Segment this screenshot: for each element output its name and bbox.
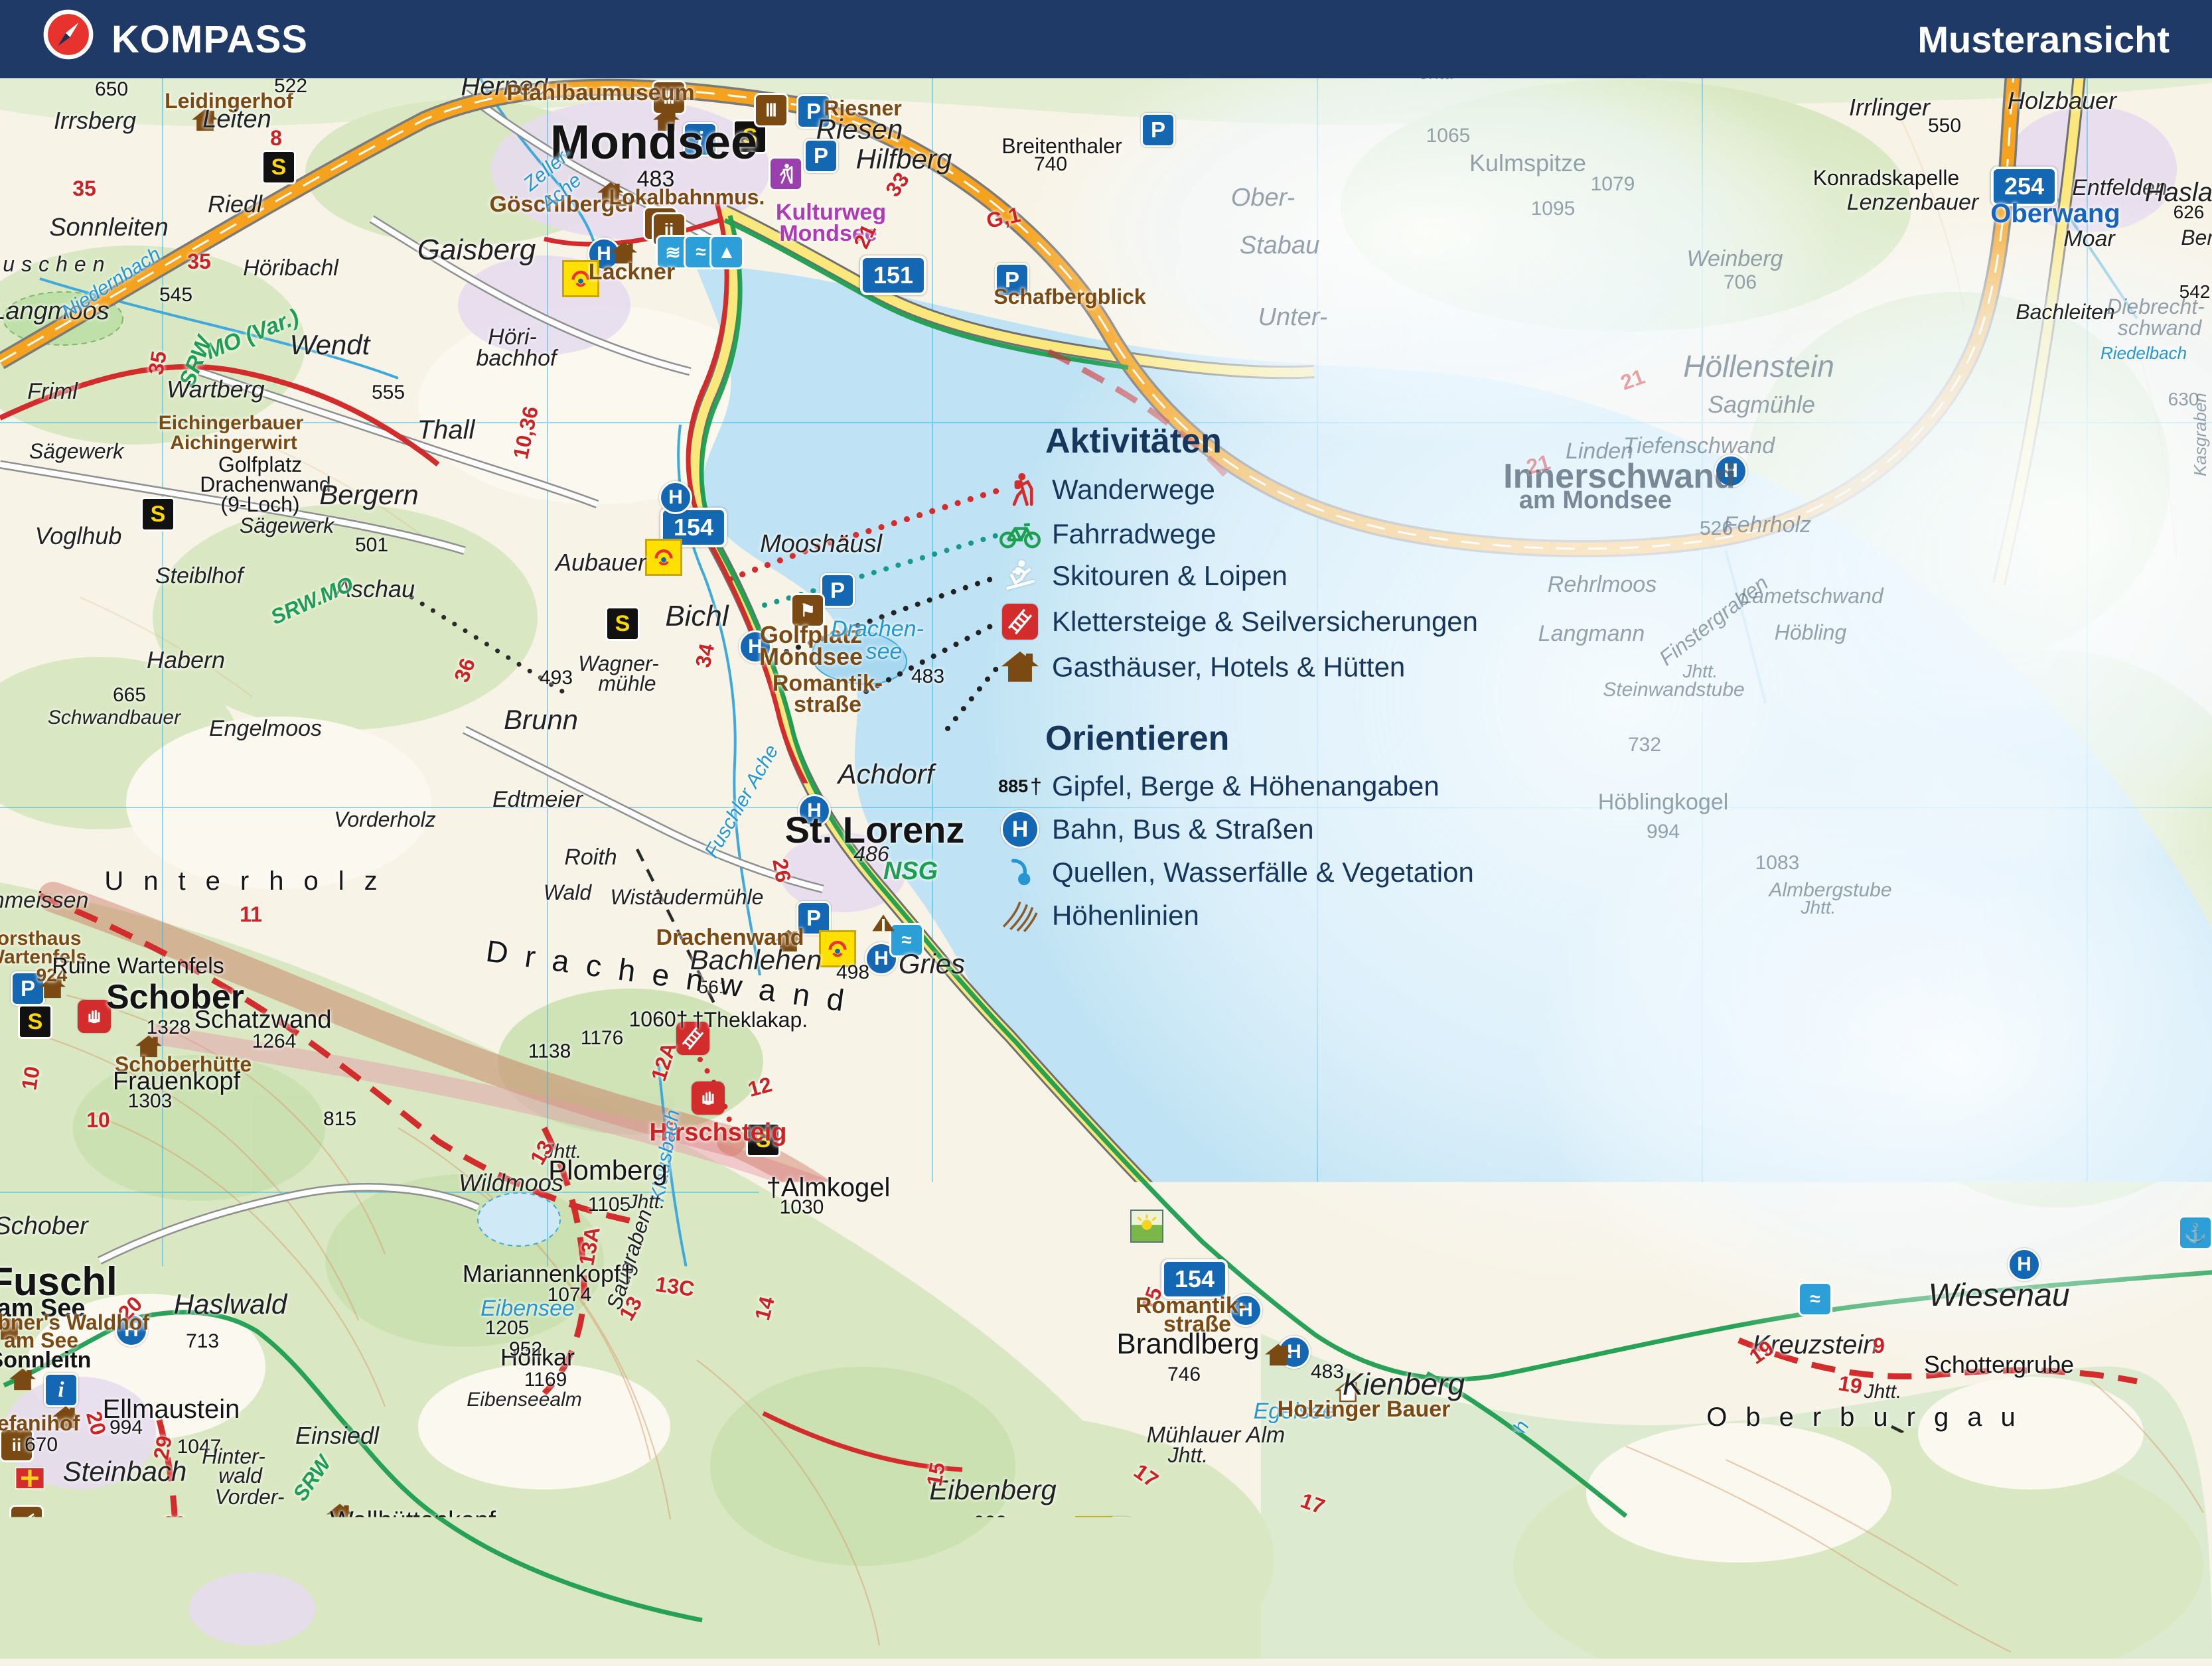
page-title: Musteransicht xyxy=(1917,18,2170,61)
brand: KOMPASS xyxy=(42,9,308,70)
map-canvas: 151 154 154 254 PPPPPPPPPHHHHHHHHHHHSSSSSSi… xyxy=(0,0,2212,1659)
header-bar: KOMPASS Musteransicht xyxy=(0,0,2212,78)
kompass-logo-icon xyxy=(42,9,94,70)
map-graphics xyxy=(0,0,2212,1659)
brand-name: KOMPASS xyxy=(111,17,308,62)
